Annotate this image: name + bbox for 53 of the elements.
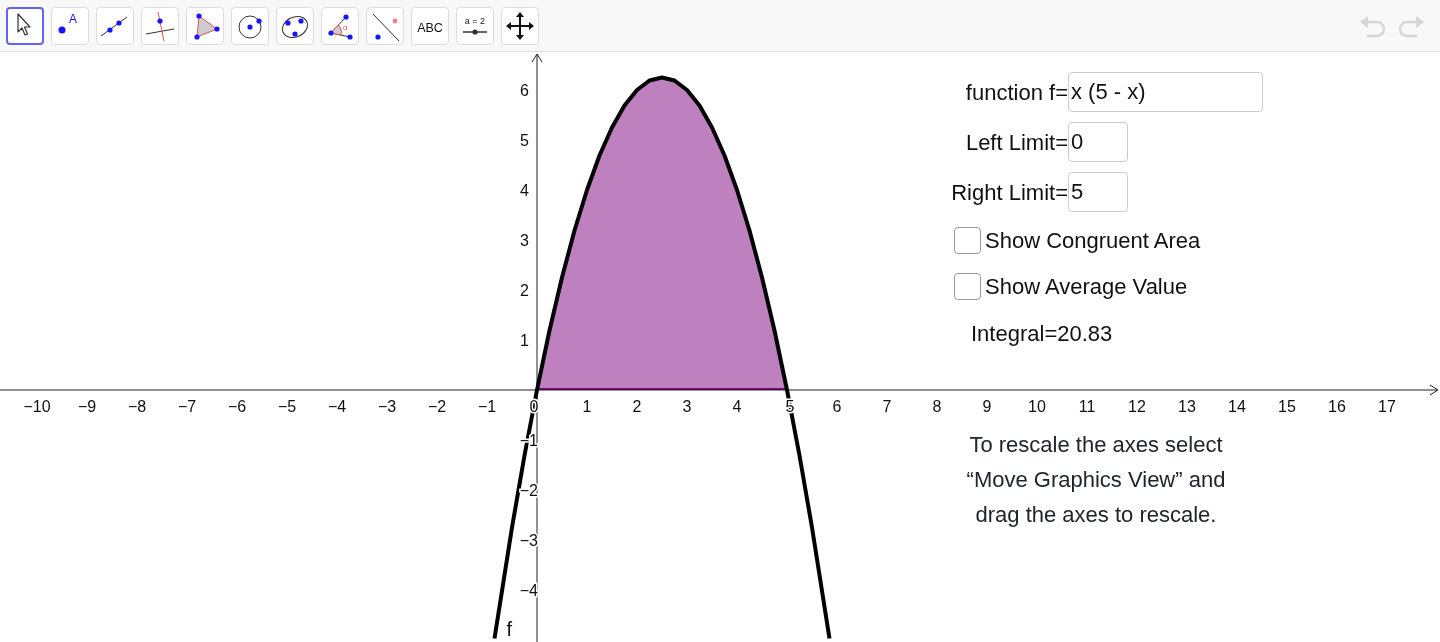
tick-label: 9 bbox=[982, 398, 992, 415]
tick-label: 1 bbox=[520, 332, 529, 349]
tick-label: 13 bbox=[1178, 398, 1196, 415]
tick-label: −2 bbox=[519, 482, 538, 499]
checkbox[interactable] bbox=[954, 272, 981, 300]
tick-label: 14 bbox=[1228, 398, 1246, 415]
tick-label: −5 bbox=[277, 398, 297, 415]
tick-label: 5 bbox=[520, 132, 529, 149]
checkbox-label: Show Congruent Area bbox=[985, 226, 1201, 255]
integral-value: Integral=20.83 bbox=[970, 320, 1114, 348]
tick-label: −4 bbox=[519, 582, 538, 599]
tick-label: −10 bbox=[23, 398, 51, 415]
tick-label: 11 bbox=[1078, 398, 1096, 415]
tick-label: 1 bbox=[582, 398, 592, 415]
field-label: function f= bbox=[964, 78, 1068, 107]
tick-label: −9 bbox=[77, 398, 97, 415]
tick-label: 3 bbox=[682, 398, 692, 415]
instruction-text: To rescale the axes select “Move Graphics View” and drag the axes to rescale. bbox=[965, 431, 1227, 529]
tick-label: 5 bbox=[785, 398, 795, 415]
tick-label: 17 bbox=[1378, 398, 1396, 415]
tick-label: 2 bbox=[632, 398, 642, 415]
field-label: Right Limit= bbox=[950, 178, 1068, 207]
tick-label: 8 bbox=[932, 398, 942, 415]
field-label: Left Limit= bbox=[964, 128, 1068, 157]
curve-label: f bbox=[506, 618, 513, 640]
tick-label: 7 bbox=[882, 398, 892, 415]
tick-label: −1 bbox=[477, 398, 497, 415]
input-field[interactable]: x (5 - x) bbox=[1068, 72, 1263, 112]
tick-label: 15 bbox=[1278, 398, 1296, 415]
tick-label: −3 bbox=[377, 398, 397, 415]
tick-label: 4 bbox=[520, 182, 529, 199]
tick-label: 10 bbox=[1028, 398, 1046, 415]
checkbox-label: Show Average Value bbox=[985, 272, 1188, 301]
input-field[interactable]: 0 bbox=[1068, 122, 1128, 162]
perpendicular-line-icon bbox=[145, 10, 175, 41]
tick-label: −2 bbox=[427, 398, 447, 415]
tick-label: −7 bbox=[177, 398, 197, 415]
tick-label: 0 bbox=[529, 398, 539, 415]
checkbox[interactable] bbox=[954, 226, 981, 254]
tick-label: 6 bbox=[832, 398, 842, 415]
tick-label: 2 bbox=[520, 282, 529, 299]
tick-label: −3 bbox=[519, 532, 538, 549]
tool-button[interactable] bbox=[6, 6, 44, 45]
move-arrows-icon bbox=[505, 10, 535, 41]
tick-label: 4 bbox=[732, 398, 742, 415]
tick-label: 6 bbox=[520, 82, 529, 99]
tick-label: −4 bbox=[327, 398, 347, 415]
tick-label: 3 bbox=[520, 232, 529, 249]
input-field[interactable]: 5 bbox=[1068, 172, 1128, 212]
tick-label: 16 bbox=[1328, 398, 1346, 415]
tick-label: 12 bbox=[1128, 398, 1146, 415]
tick-label: −6 bbox=[227, 398, 247, 415]
tick-label: −8 bbox=[127, 398, 147, 415]
